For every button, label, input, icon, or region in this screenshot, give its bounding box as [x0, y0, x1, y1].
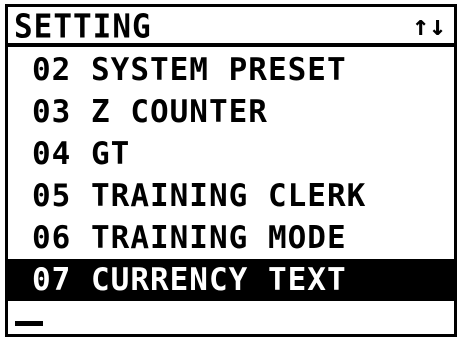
- menu-item-label: 07 CURRENCY TEXT: [32, 262, 347, 298]
- menu-item-z-counter[interactable]: 03 Z COUNTER: [8, 91, 454, 133]
- menu-item-label: 03 Z COUNTER: [32, 94, 268, 130]
- menu-item-label: 04 GT: [32, 136, 131, 172]
- header-bar: SETTING ↑↓: [8, 7, 454, 47]
- menu-item-currency-text[interactable]: 07 CURRENCY TEXT: [8, 259, 454, 301]
- settings-menu: 02 SYSTEM PRESET 03 Z COUNTER 04 GT 05 T…: [8, 49, 454, 301]
- menu-item-label: 05 TRAINING CLERK: [32, 178, 367, 214]
- screen-title: SETTING: [14, 8, 152, 46]
- menu-item-training-mode[interactable]: 06 TRAINING MODE: [8, 217, 454, 259]
- menu-item-system-preset[interactable]: 02 SYSTEM PRESET: [8, 49, 454, 91]
- menu-item-label: 02 SYSTEM PRESET: [32, 52, 347, 88]
- menu-item-label: 06 TRAINING MODE: [32, 220, 347, 256]
- scroll-arrows-icon[interactable]: ↑↓: [412, 9, 446, 43]
- input-cursor: [15, 321, 43, 326]
- lcd-screen: SETTING ↑↓ 02 SYSTEM PRESET 03 Z COUNTER…: [5, 4, 457, 337]
- menu-item-gt[interactable]: 04 GT: [8, 133, 454, 175]
- menu-item-training-clerk[interactable]: 05 TRAINING CLERK: [8, 175, 454, 217]
